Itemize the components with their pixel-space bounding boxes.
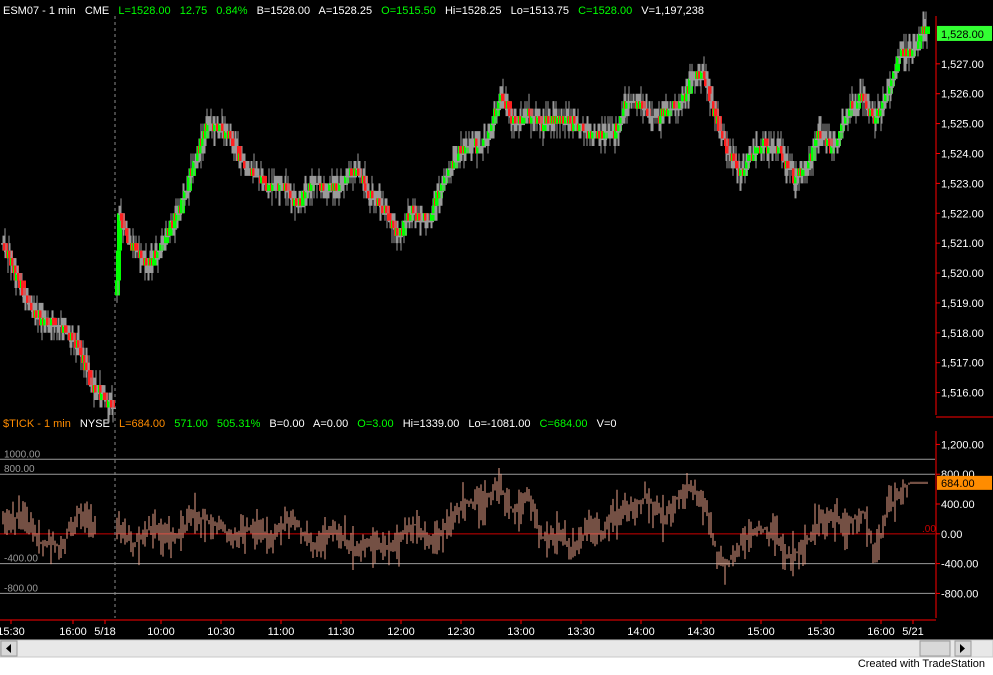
price-axis-label: 1,518.00 bbox=[941, 328, 984, 340]
time-axis-label: 12:00 bbox=[387, 626, 415, 638]
candle-body bbox=[116, 250, 121, 281]
price-axis-label: 1,524.00 bbox=[941, 148, 984, 160]
horizontal-scrollbar[interactable] bbox=[0, 639, 993, 658]
tick-ref-label: -800.00 bbox=[4, 583, 38, 594]
price-axis-label: 1,522.00 bbox=[941, 208, 984, 220]
candle-body bbox=[699, 78, 704, 81]
candle-body bbox=[507, 101, 512, 109]
candle-body bbox=[134, 243, 139, 251]
price-header: ESM07 - 1 min CME L=1528.00 12.75 0.84% … bbox=[3, 5, 704, 17]
tick-ref-label: 800.00 bbox=[4, 464, 35, 475]
tick-net: 571.00 bbox=[174, 418, 208, 430]
tick-exchange: NYSE bbox=[80, 418, 110, 430]
candle-body bbox=[764, 138, 769, 147]
time-axis-label: 16:00 bbox=[59, 626, 87, 638]
time-axis-label: 10:00 bbox=[147, 626, 175, 638]
chart-canvas[interactable]: ESM07 - 1 min CME L=1528.00 12.75 0.84% … bbox=[0, 0, 993, 670]
price-axis-label: 1,521.00 bbox=[941, 238, 984, 250]
time-axis-label: 5/18 bbox=[94, 626, 115, 638]
price-symbol: ESM07 - 1 min bbox=[3, 5, 76, 17]
tick-axis-label: 400.00 bbox=[941, 499, 975, 511]
time-axis-label: 11:30 bbox=[328, 626, 355, 638]
candle-body bbox=[300, 205, 305, 208]
price-axis-label: 1,523.00 bbox=[941, 178, 984, 190]
scroll-thumb[interactable] bbox=[919, 640, 951, 657]
candle-body bbox=[916, 48, 921, 51]
chart-background bbox=[0, 0, 993, 657]
tick-axis-label: 1,200.00 bbox=[941, 439, 984, 451]
price-exchange: CME bbox=[85, 5, 109, 17]
time-axis-label: 14:00 bbox=[627, 626, 655, 638]
tick-bid: B=0.00 bbox=[269, 418, 304, 430]
price-last: L=1528.00 bbox=[118, 5, 170, 17]
candle-body bbox=[677, 108, 682, 111]
time-axis-label: 13:30 bbox=[567, 626, 595, 638]
candle-body bbox=[895, 63, 900, 72]
tick-axis-label: -400.00 bbox=[941, 559, 978, 571]
tick-last: L=684.00 bbox=[119, 418, 165, 430]
time-axis-label: 10:30 bbox=[207, 626, 235, 638]
candle-body bbox=[52, 317, 57, 326]
candle-body bbox=[496, 108, 501, 111]
time-axis-label: 5/21 bbox=[902, 626, 923, 638]
time-axis-label: 11:00 bbox=[268, 626, 295, 638]
price-axis-label: 1,525.00 bbox=[941, 119, 984, 131]
tick-close: C=684.00 bbox=[540, 418, 588, 430]
tick-open: O=3.00 bbox=[357, 418, 393, 430]
tick-low: Lo=-1081.00 bbox=[468, 418, 530, 430]
candle-body bbox=[520, 123, 525, 126]
candle-body bbox=[481, 146, 486, 148]
time-axis-label: 15:30 bbox=[807, 626, 835, 638]
candle-body bbox=[327, 190, 332, 193]
tick-symbol: $TICK - 1 min bbox=[3, 418, 71, 430]
tick-high: Hi=1339.00 bbox=[403, 418, 460, 430]
price-open: O=1515.50 bbox=[381, 5, 436, 17]
tick-axis-label: 0.00 bbox=[941, 529, 962, 541]
price-ask: A=1528.25 bbox=[319, 5, 373, 17]
tick-zero-label: .00 bbox=[922, 524, 936, 535]
time-axis-label: 12:30 bbox=[447, 626, 475, 638]
tick-ref-label: -400.00 bbox=[4, 554, 38, 565]
tradestation-chart-window: ESM07 - 1 min CME L=1528.00 12.75 0.84% … bbox=[0, 0, 993, 670]
candle-body bbox=[563, 123, 568, 126]
price-volume: V=1,197,238 bbox=[641, 5, 704, 17]
price-high: Hi=1528.25 bbox=[445, 5, 502, 17]
time-axis-label: 16:00 bbox=[867, 626, 895, 638]
price-axis-label: 1,526.00 bbox=[941, 89, 984, 101]
tick-last-label: 684.00 bbox=[941, 478, 975, 490]
price-axis-label: 1,527.00 bbox=[941, 59, 984, 71]
candle-body bbox=[165, 235, 170, 238]
time-axis-label: 15:30 bbox=[0, 626, 25, 638]
tick-ask: A=0.00 bbox=[313, 418, 348, 430]
tick-volume: V=0 bbox=[597, 418, 617, 430]
time-axis-label: 13:00 bbox=[507, 626, 535, 638]
price-pct: 0.84% bbox=[216, 5, 247, 17]
price-close: C=1528.00 bbox=[578, 5, 632, 17]
tick-pct: 505.31% bbox=[217, 418, 261, 430]
price-last-label: 1,528.00 bbox=[941, 29, 984, 41]
tick-ref-label: 1000.00 bbox=[4, 449, 41, 460]
scrollbar-track[interactable] bbox=[0, 639, 993, 658]
candle-body bbox=[387, 213, 392, 221]
time-axis-label: 14:30 bbox=[687, 626, 715, 638]
candle-body bbox=[925, 26, 930, 34]
price-net: 12.75 bbox=[180, 5, 208, 17]
price-axis-label: 1,517.00 bbox=[941, 358, 984, 370]
candle-body bbox=[111, 407, 116, 410]
candle-body bbox=[262, 175, 267, 184]
price-axis-label: 1,516.00 bbox=[941, 388, 984, 400]
price-low: Lo=1513.75 bbox=[511, 5, 569, 17]
price-bid: B=1528.00 bbox=[257, 5, 311, 17]
credit-text: Created with TradeStation bbox=[857, 658, 985, 670]
tick-axis-label: -800.00 bbox=[941, 588, 978, 600]
time-axis-label: 15:00 bbox=[747, 626, 775, 638]
price-axis-label: 1,519.00 bbox=[941, 298, 984, 310]
candle-body bbox=[843, 123, 848, 126]
candle-body bbox=[857, 101, 862, 103]
price-axis-label: 1,520.00 bbox=[941, 268, 984, 280]
